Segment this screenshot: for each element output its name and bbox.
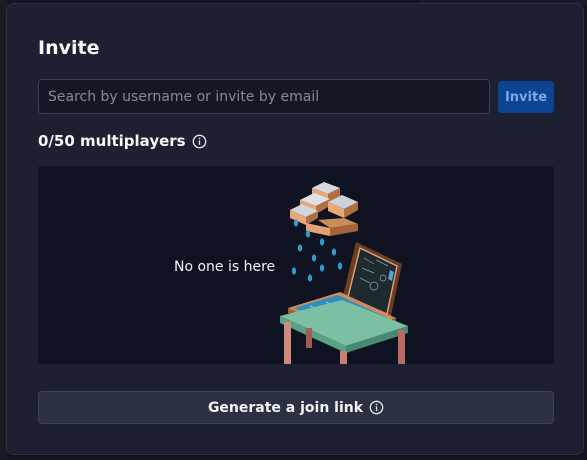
search-input[interactable] <box>38 79 490 114</box>
dialog-title: Invite <box>38 37 100 59</box>
participants-panel: No one is here <box>38 166 554 364</box>
info-icon[interactable] <box>192 134 207 149</box>
info-icon <box>369 400 384 415</box>
generate-join-link-label: Generate a join link <box>207 399 364 416</box>
multiplayer-count-label: 0/50 multiplayers <box>38 132 186 150</box>
rainy-laptop-illustration <box>280 182 408 364</box>
generate-join-link-button[interactable]: Generate a join link <box>38 391 554 424</box>
multiplayer-count: 0/50 multiplayers <box>38 132 207 150</box>
invite-button[interactable]: Invite <box>498 81 554 113</box>
invite-dialog: Invite Invite 0/50 multiplayers No one i… <box>6 3 584 455</box>
empty-state-text: No one is here <box>174 259 276 275</box>
